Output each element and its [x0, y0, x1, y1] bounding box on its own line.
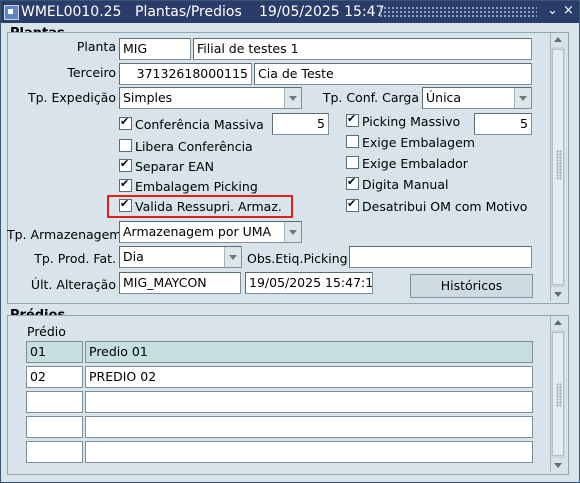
historicos-button[interactable]: Históricos — [410, 274, 533, 298]
terceiro-name-field[interactable]: Cia de Teste — [254, 63, 532, 85]
checkbox-checked-icon[interactable] — [119, 177, 132, 192]
grip-icon — [556, 383, 562, 407]
tp-expedicao-value: Simples — [123, 90, 173, 105]
ult-alteracao-label: Últ. Alteração — [30, 277, 116, 292]
checkbox-checked-icon[interactable] — [346, 197, 359, 212]
ult-alteracao-datetime-field[interactable]: 19/05/2025 15:47:18 — [245, 272, 373, 294]
checkbox-checked-icon[interactable] — [119, 197, 132, 212]
checkbox-unchecked-icon[interactable] — [346, 135, 359, 148]
predio-code-cell[interactable]: 02 — [26, 366, 83, 388]
scroll-down-icon[interactable] — [551, 287, 565, 301]
predio-name-cell[interactable]: Predio 01 — [85, 341, 533, 363]
tp-conf-carga-select[interactable]: Única — [422, 87, 532, 109]
checkbox-checked-icon[interactable] — [346, 175, 359, 190]
tp-expedicao-select[interactable]: Simples — [119, 87, 302, 109]
digita-manual-label: Digita Manual — [362, 177, 449, 192]
separar-ean-label: Separar EAN — [135, 159, 214, 174]
predio-name-cell[interactable] — [85, 391, 533, 413]
checkbox-checked-icon[interactable] — [119, 115, 132, 130]
valida-ressupri-checkbox[interactable]: Valida Ressupri. Armaz. — [119, 197, 282, 214]
predio-code-cell[interactable] — [26, 441, 83, 463]
obs-etiq-field[interactable] — [349, 246, 532, 268]
tp-armazenagem-value: Armazenagem por UMA — [123, 224, 272, 239]
desatribui-om-label: Desatribui OM com Motivo — [362, 199, 528, 214]
exige-embalador-checkbox[interactable]: Exige Embalador — [346, 156, 468, 171]
embalagem-picking-checkbox[interactable]: Embalagem Picking — [119, 177, 258, 194]
separar-ean-checkbox[interactable]: Separar EAN — [119, 157, 214, 174]
scroll-up-icon[interactable] — [551, 316, 565, 330]
tp-expedicao-label: Tp. Expedição — [27, 90, 116, 105]
title-grip — [379, 6, 537, 17]
terceiro-code-field[interactable]: 37132618000115 — [119, 63, 252, 85]
chevron-down-icon[interactable] — [284, 88, 301, 108]
predio-code-cell[interactable] — [26, 391, 83, 413]
ult-alteracao-user-field[interactable]: MIG_MAYCON — [119, 272, 241, 294]
application-window: WMEL0010.25 Plantas/Predios 19/05/2025 1… — [0, 0, 580, 483]
scroll-up-icon[interactable] — [551, 33, 565, 47]
conferencia-massiva-checkbox[interactable]: Conferência Massiva — [119, 115, 264, 132]
tp-prod-fat-label: Tp. Prod. Fat. — [34, 251, 116, 266]
picking-massivo-checkbox[interactable]: Picking Massivo — [346, 112, 461, 129]
tp-conf-carga-value: Única — [426, 90, 462, 105]
checkbox-unchecked-icon[interactable] — [119, 139, 132, 152]
libera-conferencia-label: Libera Conferência — [135, 139, 253, 154]
conferencia-massiva-field[interactable]: 5 — [272, 113, 329, 135]
obs-etiq-label: Obs.Etiq.Picking — [247, 251, 348, 266]
predio-name-cell[interactable]: PREDIO 02 — [85, 366, 533, 388]
picking-massivo-label: Picking Massivo — [362, 114, 461, 129]
conferencia-massiva-label: Conferência Massiva — [135, 117, 264, 132]
picking-massivo-field[interactable]: 5 — [474, 113, 532, 135]
exige-embalador-label: Exige Embalador — [362, 156, 468, 171]
exige-embalagem-checkbox[interactable]: Exige Embalagem — [346, 135, 475, 150]
scroll-thumb[interactable] — [552, 332, 564, 456]
libera-conferencia-checkbox[interactable]: Libera Conferência — [119, 139, 253, 154]
valida-ressupri-label: Valida Ressupri. Armaz. — [135, 199, 282, 214]
grip-icon — [556, 150, 562, 180]
planta-label: Planta — [76, 39, 116, 54]
scroll-down-icon[interactable] — [551, 458, 565, 472]
window-title: Plantas/Predios — [135, 4, 242, 20]
predio-name-cell[interactable] — [85, 441, 533, 463]
predio-code-cell[interactable]: 01 — [26, 341, 83, 363]
predios-scrollbar[interactable] — [550, 316, 565, 472]
tp-conf-carga-label: Tp. Conf. Carga — [322, 90, 419, 105]
tp-armazenagem-select[interactable]: Armazenagem por UMA — [119, 221, 302, 243]
planta-name-field[interactable]: Filial de testes 1 — [193, 38, 532, 60]
exige-embalagem-label: Exige Embalagem — [362, 135, 475, 150]
close-icon[interactable]: × — [563, 3, 574, 18]
chevron-down-icon[interactable] — [284, 222, 301, 242]
checkbox-checked-icon[interactable] — [346, 112, 359, 127]
planta-code-field[interactable]: MIG — [119, 38, 191, 60]
tp-prod-fat-select[interactable]: Dia — [119, 246, 242, 268]
digita-manual-checkbox[interactable]: Digita Manual — [346, 175, 449, 192]
checkbox-checked-icon[interactable] — [119, 157, 132, 172]
minimize-icon[interactable]: ⌄ — [547, 3, 558, 18]
plantas-scrollbar[interactable] — [550, 33, 565, 301]
title-bar[interactable]: WMEL0010.25 Plantas/Predios 19/05/2025 1… — [1, 1, 579, 23]
tp-armazenagem-label: Tp. Armazenagem — [7, 227, 122, 242]
app-icon — [4, 5, 19, 20]
window-datetime: 19/05/2025 15:47 — [259, 4, 385, 20]
desatribui-om-checkbox[interactable]: Desatribui OM com Motivo — [346, 197, 528, 214]
checkbox-unchecked-icon[interactable] — [346, 156, 359, 169]
chevron-down-icon[interactable] — [224, 247, 241, 267]
predio-column-header: Prédio — [27, 324, 66, 339]
chevron-down-icon[interactable] — [514, 88, 531, 108]
scroll-thumb[interactable] — [552, 49, 564, 285]
tp-prod-fat-value: Dia — [123, 249, 144, 264]
predio-name-cell[interactable] — [85, 416, 533, 438]
predio-code-cell[interactable] — [26, 416, 83, 438]
embalagem-picking-label: Embalagem Picking — [135, 179, 258, 194]
terceiro-label: Terceiro — [67, 65, 116, 80]
form-code: WMEL0010.25 — [21, 4, 122, 20]
